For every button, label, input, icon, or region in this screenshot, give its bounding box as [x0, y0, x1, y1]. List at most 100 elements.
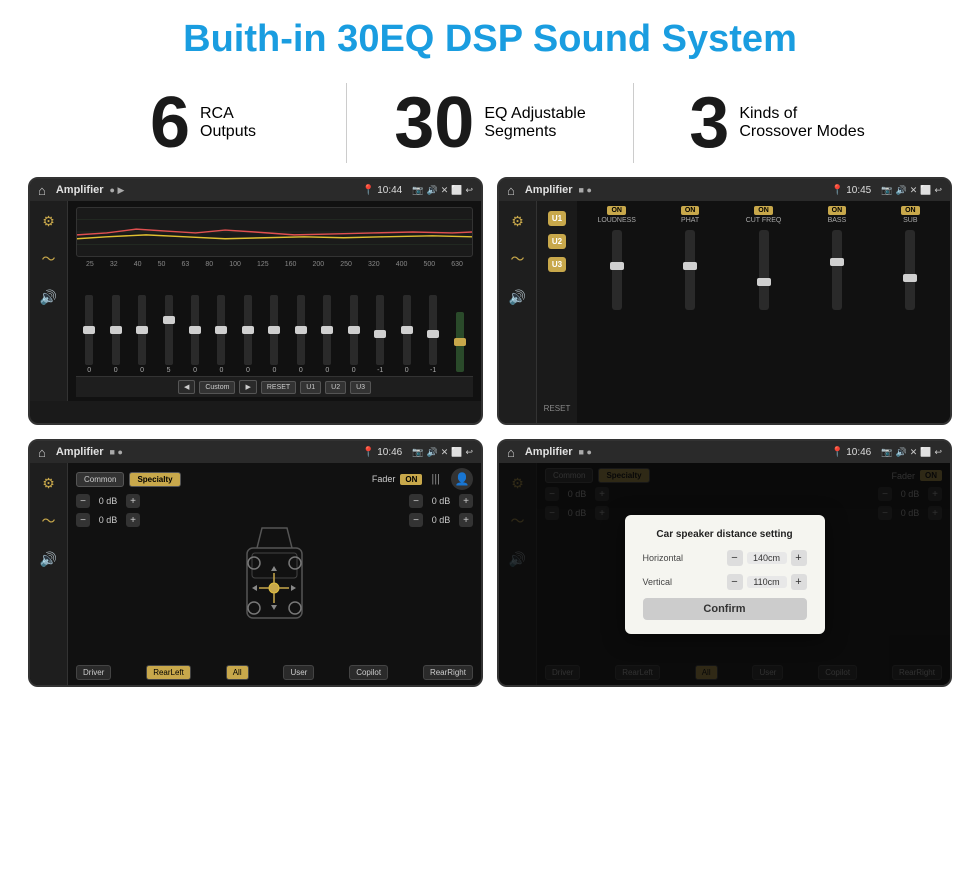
eq-reset-button[interactable]: RESET [261, 381, 296, 394]
dialog-horizontal-label: Horizontal [643, 553, 684, 563]
eq-slider-6[interactable]: 0 [217, 295, 225, 374]
eq-slider-8[interactable]: 0 [270, 295, 278, 374]
dialog-vertical-plus[interactable]: + [791, 574, 807, 590]
fader-minus-3[interactable]: − [409, 494, 423, 508]
home-icon[interactable]: ⌂ [38, 183, 46, 198]
stat-eq-number: 30 [394, 87, 474, 159]
fader-plus-4[interactable]: + [459, 513, 473, 527]
fader-copilot-button[interactable]: Copilot [349, 665, 388, 680]
eq-slider-2[interactable]: 0 [112, 295, 120, 374]
eq-u2-button[interactable]: U2 [325, 381, 346, 394]
amp2-time: 📍 10:45 [831, 185, 871, 196]
fader-profile-icon[interactable]: 👤 [451, 468, 473, 490]
amp2-reset-label[interactable]: RESET [544, 404, 571, 413]
eq-freq-labels: 25 32 40 50 63 80 100 125 160 200 250 32… [76, 261, 473, 268]
fader-sidebar: ⚙ 〜 🔊 [30, 463, 68, 685]
amp2-filter-icon[interactable]: ⚙ [506, 209, 530, 233]
amp2-sub-on[interactable]: ON [901, 206, 920, 215]
eq-slider-3[interactable]: 0 [138, 295, 146, 374]
eq-slider-13[interactable]: 0 [403, 295, 411, 374]
eq-next-button[interactable]: ▶ [239, 380, 256, 394]
amp2-content: ⚙ 〜 🔊 U1 U2 U3 RESET ON LOUDNESS [499, 201, 950, 423]
eq-status-icons: 📷 🔊 ✕ ⬜ ↩ [412, 185, 473, 196]
fader-user-button[interactable]: User [283, 665, 314, 680]
fader-plus-1[interactable]: + [126, 494, 140, 508]
eq-slider-12[interactable]: -1 [376, 295, 384, 374]
amp2-u2-preset[interactable]: U2 [548, 234, 566, 249]
eq-u1-button[interactable]: U1 [300, 381, 321, 394]
screens-grid: ⌂ Amplifier ● ▶ 📍 10:44 📷 🔊 ✕ ⬜ ↩ ⚙ 〜 🔊 [0, 177, 980, 697]
stats-row: 6 RCA Outputs 30 EQ Adjustable Segments … [0, 73, 980, 177]
fader-db-row-3: − 0 dB + [409, 494, 473, 508]
eq-filter-icon[interactable]: ⚙ [37, 209, 61, 233]
tab-specialty[interactable]: Specialty [129, 472, 180, 487]
dialog-horizontal-minus[interactable]: − [727, 550, 743, 566]
fader-minus-1[interactable]: − [76, 494, 90, 508]
amp2-cutfreq-slider[interactable] [759, 230, 769, 310]
eq-content: ⚙ 〜 🔊 [30, 201, 481, 401]
fader-speaker-icon[interactable]: 🔊 [37, 547, 61, 571]
eq-wave-icon[interactable]: 〜 [37, 247, 61, 271]
eq-slider-15[interactable] [456, 312, 464, 374]
confirm-button[interactable]: Confirm [643, 598, 807, 620]
eq-speaker-icon[interactable]: 🔊 [37, 285, 61, 309]
eq-status-bar: ⌂ Amplifier ● ▶ 📍 10:44 📷 🔊 ✕ ⬜ ↩ [30, 179, 481, 201]
fader-home-icon[interactable]: ⌂ [38, 445, 46, 460]
eq-slider-1[interactable]: 0 [85, 295, 93, 374]
fader-minus-2[interactable]: − [76, 513, 90, 527]
amp2-bass-on[interactable]: ON [828, 206, 847, 215]
amp2-bass-slider[interactable] [832, 230, 842, 310]
fader-all-button[interactable]: All [226, 665, 249, 680]
eq-custom-button[interactable]: Custom [199, 381, 235, 394]
dialog-vertical-value: 110cm [747, 576, 787, 588]
dialog-overlay: Car speaker distance setting Horizontal … [499, 463, 950, 685]
amp2-wave-icon[interactable]: 〜 [506, 247, 530, 271]
eq-slider-11[interactable]: 0 [350, 295, 358, 374]
eq-slider-7[interactable]: 0 [244, 295, 252, 374]
eq-slider-14[interactable]: -1 [429, 295, 437, 374]
eq-slider-10[interactable]: 0 [323, 295, 331, 374]
tab-common[interactable]: Common [76, 472, 124, 487]
eq-slider-9[interactable]: 0 [297, 295, 305, 374]
amp2-loudness-on[interactable]: ON [607, 206, 626, 215]
amp2-phat-on[interactable]: ON [681, 206, 700, 215]
fader-rearright-button[interactable]: RearRight [423, 665, 473, 680]
eq-prev-button[interactable]: ◀ [178, 380, 195, 394]
amp2-ch-phat: ON PHAT [654, 206, 725, 418]
fader-rearleft-button[interactable]: RearLeft [146, 665, 191, 680]
fader-minus-4[interactable]: − [409, 513, 423, 527]
amp2-speaker-icon[interactable]: 🔊 [506, 285, 530, 309]
dialog-horizontal-plus[interactable]: + [791, 550, 807, 566]
amp2-loudness-slider[interactable] [612, 230, 622, 310]
fader-bars-icon: ||| [431, 473, 440, 485]
dialog-horizontal-controls: − 140cm + [727, 550, 807, 566]
amp2-sub-slider[interactable] [905, 230, 915, 310]
fader-content: ⚙ 〜 🔊 Common Specialty Fader ON ||| 👤 [30, 463, 481, 685]
fader-label: Fader [372, 474, 396, 484]
fader-plus-3[interactable]: + [459, 494, 473, 508]
amp2-home-icon[interactable]: ⌂ [507, 183, 515, 198]
amp2-cutfreq-on[interactable]: ON [754, 206, 773, 215]
eq-slider-5[interactable]: 0 [191, 295, 199, 374]
eq-slider-4[interactable]: 5 [165, 295, 173, 374]
fader-filter-icon[interactable]: ⚙ [37, 471, 61, 495]
amp2-phat-slider[interactable] [685, 230, 695, 310]
amp2-cutfreq-label: CUT FREQ [746, 217, 782, 224]
dialog-vertical-minus[interactable]: − [727, 574, 743, 590]
stat-eq: 30 EQ Adjustable Segments [347, 87, 633, 159]
dialog-dots: ■ ● [579, 447, 592, 457]
fader-on-badge[interactable]: ON [400, 474, 422, 485]
fader-wave-icon[interactable]: 〜 [37, 509, 61, 533]
fader-status-icons: 📷 🔊 ✕ ⬜ ↩ [412, 447, 473, 458]
eq-u3-button[interactable]: U3 [350, 381, 371, 394]
page-title: Buith-in 30EQ DSP Sound System [0, 0, 980, 73]
fader-driver-button[interactable]: Driver [76, 665, 111, 680]
fader-left-panel: − 0 dB + − 0 dB + [76, 494, 222, 661]
amp2-u3-preset[interactable]: U3 [548, 257, 566, 272]
fader-tabs-row: Common Specialty Fader ON ||| 👤 [76, 468, 473, 490]
dialog-home-icon[interactable]: ⌂ [507, 445, 515, 460]
fader-time: 📍 10:46 [362, 447, 402, 458]
amp2-u1-preset[interactable]: U1 [548, 211, 566, 226]
fader-plus-2[interactable]: + [126, 513, 140, 527]
amp2-ch-cutfreq: ON CUT FREQ [728, 206, 799, 418]
